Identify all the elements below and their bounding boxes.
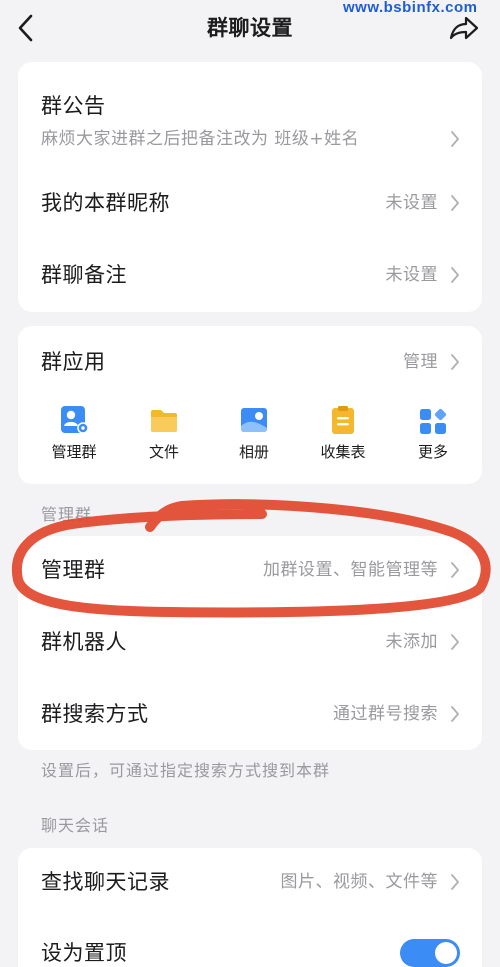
watermark-text: www.bsbinfx.com	[343, 0, 478, 16]
announcement-preview: 麻烦大家进群之后把备注改为 班级+姓名	[41, 129, 360, 149]
group-search-method-row[interactable]: 群搜索方式 通过群号搜索	[18, 692, 482, 736]
row-value: 管理	[403, 352, 438, 372]
chevron-right-icon	[451, 354, 459, 370]
row-value: 未设置	[385, 193, 438, 213]
chevron-right-icon	[451, 267, 459, 283]
chevron-right-icon	[451, 706, 459, 722]
row-label: 设为置顶	[41, 941, 127, 965]
clipboard-icon	[332, 406, 354, 434]
app-label: 收集表	[320, 443, 366, 461]
app-manage-group[interactable]: 管理群	[34, 404, 114, 464]
app-collection-form[interactable]: 收集表	[303, 404, 383, 464]
app-label: 管理群	[51, 443, 97, 461]
row-label: 管理群	[41, 558, 106, 582]
chat-card: 查找聊天记录 图片、视频、文件等 设为置顶	[18, 848, 482, 967]
app-album[interactable]: 相册	[214, 404, 294, 464]
app-more[interactable]: 更多	[393, 404, 473, 464]
row-label: 群搜索方式	[41, 702, 149, 726]
manage-section-title: 管理群	[41, 505, 93, 524]
chevron-right-icon	[451, 562, 459, 578]
top-nav-bar: 群聊设置 www.bsbinfx.com	[0, 0, 500, 56]
manage-group-row[interactable]: 管理群 加群设置、智能管理等	[18, 548, 482, 592]
manage-group-icon	[61, 406, 89, 434]
group-info-card: 群公告 麻烦大家进群之后把备注改为 班级+姓名 我的本群昵称 未设置 群聊备注 …	[18, 62, 482, 312]
app-label: 相册	[238, 443, 269, 461]
chat-section-title: 聊天会话	[41, 816, 110, 835]
pin-chat-row: 设为置顶	[18, 931, 482, 967]
row-label: 群聊备注	[41, 263, 127, 287]
app-label: 更多	[417, 443, 448, 461]
find-chat-history-row[interactable]: 查找聊天记录 图片、视频、文件等	[18, 860, 482, 904]
row-label: 我的本群昵称	[41, 191, 170, 215]
group-apps-card: 群应用 管理 管理群 文件 相册 收集表 更多	[18, 326, 482, 484]
search-method-hint: 设置后，可通过指定搜索方式搜到本群	[41, 761, 331, 780]
manage-card: 管理群 加群设置、智能管理等 群机器人 未添加 群搜索方式 通过群号搜索	[18, 536, 482, 750]
app-label: 文件	[148, 443, 179, 461]
group-announcement-row[interactable]: 群公告 麻烦大家进群之后把备注改为 班级+姓名	[18, 84, 482, 164]
row-value: 图片、视频、文件等	[280, 872, 438, 892]
more-grid-icon	[420, 408, 447, 434]
chevron-right-icon	[451, 634, 459, 650]
pin-chat-toggle[interactable]	[400, 939, 460, 967]
page-title: 群聊设置	[207, 16, 293, 40]
chevron-right-icon	[451, 131, 459, 147]
row-value: 未设置	[385, 265, 438, 285]
chevron-right-icon	[451, 195, 459, 211]
chevron-right-icon	[451, 874, 459, 890]
folder-icon	[151, 410, 177, 432]
group-chat-settings-screen: 群聊设置 www.bsbinfx.com 群公告 麻烦大家进群之后把备注改为 班…	[0, 0, 500, 967]
album-icon	[241, 408, 267, 432]
row-value: 未添加	[385, 632, 438, 652]
my-group-nickname-row[interactable]: 我的本群昵称 未设置	[18, 181, 482, 225]
row-label: 群应用	[41, 350, 106, 374]
group-remark-row[interactable]: 群聊备注 未设置	[18, 253, 482, 297]
group-robot-row[interactable]: 群机器人 未添加	[18, 620, 482, 664]
toggle-knob	[435, 942, 457, 964]
row-label: 查找聊天记录	[41, 870, 170, 894]
group-apps-row[interactable]: 群应用 管理	[18, 340, 482, 384]
row-label: 群机器人	[41, 630, 127, 654]
app-files[interactable]: 文件	[124, 404, 204, 464]
row-value: 加群设置、智能管理等	[263, 560, 438, 580]
row-value: 通过群号搜索	[333, 704, 438, 724]
